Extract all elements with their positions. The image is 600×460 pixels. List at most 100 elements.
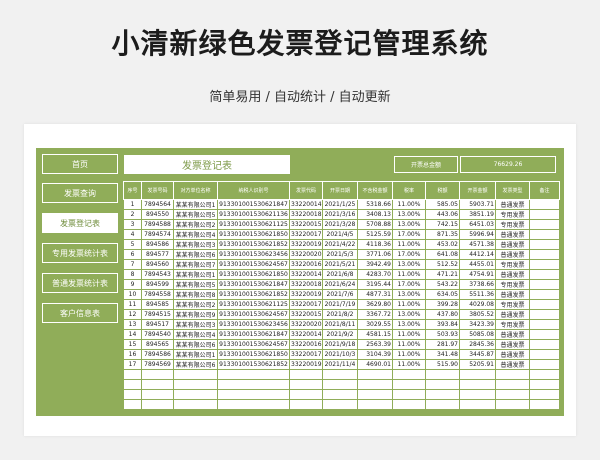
col-tax-id-cell[interactable]: 913301001530621850 [217,229,290,240]
col-invoice-type-cell[interactable]: 普通发票 [495,359,530,370]
col-invoice-type-cell[interactable]: 普通发票 [495,339,530,350]
col-amount-excl-tax-cell[interactable]: 3367.72 [357,309,393,320]
empty-cell[interactable] [289,389,323,400]
col-invoice-no-cell[interactable]: 894560 [141,259,174,270]
table-row[interactable]: 11 894585 某某有限公司2 913301001530621125 3322001… [123,299,560,310]
col-tax-rate-cell[interactable]: 11.00% [392,329,426,340]
empty-cell[interactable] [425,369,460,380]
empty-cell[interactable] [425,389,460,400]
table-row[interactable]: 8 7894543 某某有限公司1 913301001530621850 3322001… [123,269,560,280]
col-tax-rate-cell[interactable]: 13.00% [392,289,426,300]
col-invoice-amount-cell[interactable]: 4754.91 [459,269,496,280]
col-invoice-type-cell[interactable]: 普通发票 [495,249,530,260]
col-tax-id-cell[interactable]: 913301001530621125 [217,219,290,230]
table-row[interactable]: 14 7894540 某某有限公司4 913301001530621847 332200… [123,329,560,340]
col-company-cell[interactable]: 某某有限公司1 [173,269,218,280]
empty-cell[interactable] [459,369,496,380]
col-invoice-amount-cell[interactable]: 4029.08 [459,299,496,310]
table-row[interactable]: 9 894599 某某有限公司5 913301001530621847 33220018… [123,279,560,290]
col-company-cell[interactable]: 某某有限公司5 [173,279,218,290]
empty-cell[interactable] [392,399,426,410]
empty-cell[interactable] [141,379,174,390]
empty-cell[interactable] [123,399,142,410]
table-row[interactable]: 17 7894569 某某有限公司6 913301001530621852 332200… [123,359,560,370]
col-invoice-type-cell[interactable]: 专用发票 [495,259,530,270]
col-date-cell[interactable]: 2021/10/3 [322,349,358,360]
col-tax-rate-cell[interactable]: 17.00% [392,249,426,260]
empty-cell[interactable] [322,379,358,390]
col-invoice-code-cell[interactable]: 33220016 [289,339,323,350]
col-invoice-no-cell[interactable]: 894577 [141,249,174,260]
empty-cell[interactable] [425,379,460,390]
col-invoice-no-cell[interactable]: 7894515 [141,309,174,320]
table-row[interactable]: 16 7894586 某某有限公司1 913301001530621850 332200… [123,349,560,360]
col-invoice-type-cell[interactable]: 专用发票 [495,299,530,310]
col-remark-cell[interactable] [529,359,560,370]
table-row-empty[interactable] [123,389,560,400]
col-remark-cell[interactable] [529,279,560,290]
empty-cell[interactable] [357,379,393,390]
col-tax-cell[interactable]: 443.06 [425,209,460,220]
col-invoice-amount-cell[interactable]: 2845.36 [459,339,496,350]
col-invoice-code-cell[interactable]: 33220017 [289,229,323,240]
col-amount-excl-tax-cell[interactable]: 3408.13 [357,209,393,220]
col-invoice-amount-cell[interactable]: 5511.36 [459,289,496,300]
col-amount-excl-tax-cell[interactable]: 3771.06 [357,249,393,260]
empty-cell[interactable] [357,399,393,410]
col-index-cell[interactable]: 5 [123,239,142,250]
col-tax-cell[interactable]: 515.90 [425,359,460,370]
col-invoice-amount-cell[interactable]: 4455.01 [459,259,496,270]
empty-cell[interactable] [322,399,358,410]
col-tax-cell[interactable]: 503.93 [425,329,460,340]
col-amount-excl-tax-cell[interactable]: 4283.70 [357,269,393,280]
col-index-header[interactable]: 序号 [123,181,142,200]
col-remark-cell[interactable] [529,239,560,250]
col-invoice-code-cell[interactable]: 33220014 [289,269,323,280]
empty-cell[interactable] [123,389,142,400]
col-tax-id-cell[interactable]: 913301001530624567 [217,339,290,350]
col-company-cell[interactable]: 某某有限公司3 [173,239,218,250]
col-invoice-type-cell[interactable]: 专用发票 [495,319,530,330]
col-invoice-amount-cell[interactable]: 3423.39 [459,319,496,330]
nav-normal-invoice-stats[interactable]: 普通发票统计表 [42,273,118,293]
empty-cell[interactable] [495,379,530,390]
col-remark-cell[interactable] [529,259,560,270]
col-index-cell[interactable]: 13 [123,319,142,330]
table-row[interactable]: 3 7894588 某某有限公司2 913301001530621125 3322001… [123,219,560,230]
col-date-cell[interactable]: 2021/3/16 [322,209,358,220]
col-tax-cell[interactable]: 453.02 [425,239,460,250]
col-invoice-type-cell[interactable]: 普通发票 [495,329,530,340]
col-index-cell[interactable]: 15 [123,339,142,350]
col-amount-excl-tax-cell[interactable]: 4690.01 [357,359,393,370]
col-date-cell[interactable]: 2021/5/21 [322,259,358,270]
col-remark-header[interactable]: 备注 [529,181,560,200]
col-invoice-no-header[interactable]: 发票号码 [141,181,174,200]
col-index-cell[interactable]: 6 [123,249,142,260]
nav-home[interactable]: 首页 [42,154,118,174]
col-index-cell[interactable]: 8 [123,269,142,280]
col-invoice-no-cell[interactable]: 894585 [141,299,174,310]
col-remark-cell[interactable] [529,199,560,210]
col-amount-excl-tax-cell[interactable]: 2563.39 [357,339,393,350]
empty-cell[interactable] [495,369,530,380]
col-invoice-no-cell[interactable]: 894599 [141,279,174,290]
col-invoice-type-cell[interactable]: 普通发票 [495,349,530,360]
col-invoice-code-cell[interactable]: 33220019 [289,289,323,300]
empty-cell[interactable] [392,379,426,390]
col-amount-excl-tax-cell[interactable]: 3195.44 [357,279,393,290]
table-row[interactable]: 13 894517 某某有限公司3 913301001530623456 3322002… [123,319,560,330]
col-index-cell[interactable]: 9 [123,279,142,290]
col-invoice-no-cell[interactable]: 7894586 [141,349,174,360]
nav-invoice-register[interactable]: 发票登记表 [42,213,118,233]
col-tax-cell[interactable]: 281.97 [425,339,460,350]
col-invoice-code-cell[interactable]: 33220016 [289,259,323,270]
col-invoice-type-cell[interactable]: 普通发票 [495,199,530,210]
col-invoice-amount-cell[interactable]: 5903.71 [459,199,496,210]
col-date-cell[interactable]: 2021/5/3 [322,249,358,260]
col-invoice-code-cell[interactable]: 33220020 [289,319,323,330]
empty-cell[interactable] [357,389,393,400]
col-tax-id-cell[interactable]: 913301001530621847 [217,199,290,210]
col-tax-id-header[interactable]: 纳税人识别号 [217,181,290,200]
col-invoice-no-cell[interactable]: 894565 [141,339,174,350]
col-tax-id-cell[interactable]: 913301001530623456 [217,319,290,330]
